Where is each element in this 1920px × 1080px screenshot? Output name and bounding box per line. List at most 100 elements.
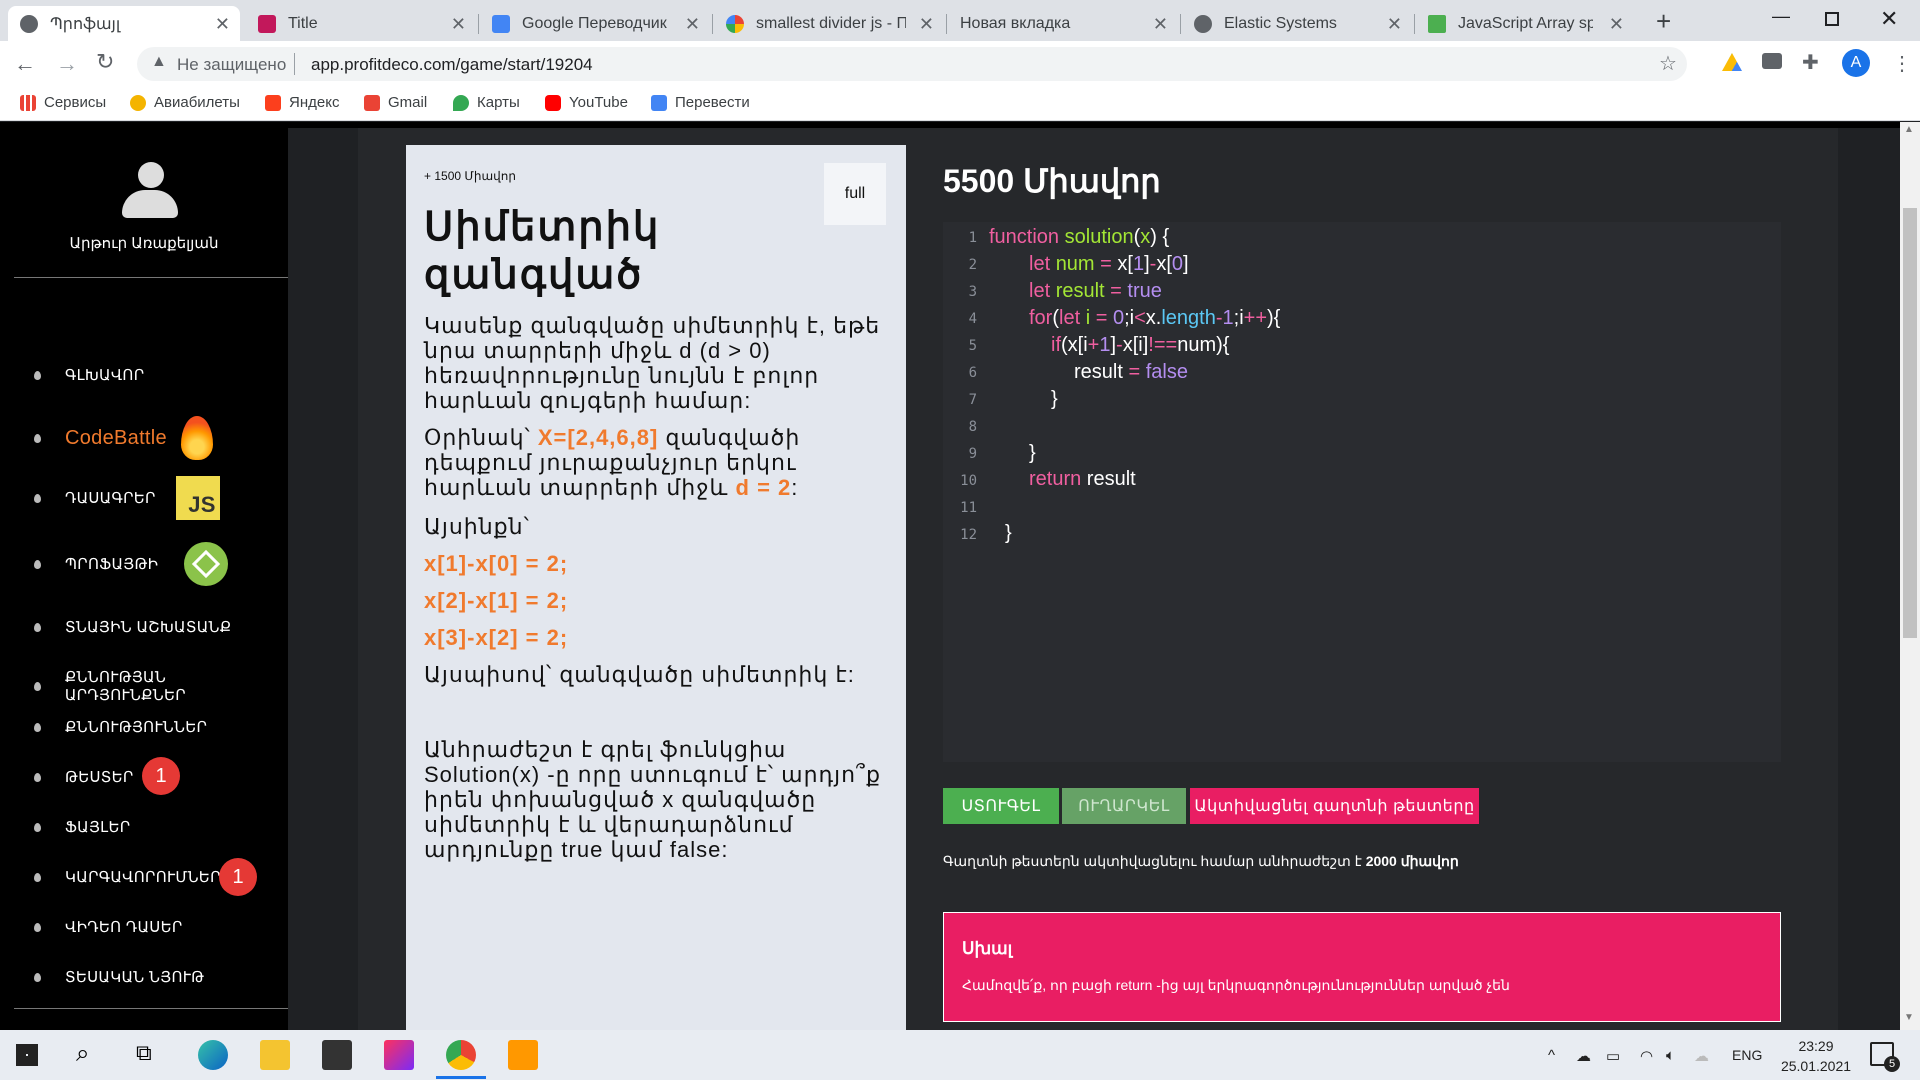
sidebar-item-codebattle[interactable]: CodeBattle	[34, 416, 213, 460]
store-icon[interactable]	[322, 1040, 352, 1070]
drop-icon	[34, 559, 41, 569]
scrollbar-thumb[interactable]	[1903, 208, 1917, 638]
equation: x[2]-x[1] = 2;	[424, 588, 569, 613]
tray-chevron-icon[interactable]: ^	[1548, 1047, 1555, 1064]
battery-icon[interactable]: ▭	[1606, 1047, 1620, 1065]
tab-profile[interactable]: Պրոֆայլ ✕	[8, 6, 240, 41]
paragraph: Այսինքն՝	[424, 514, 530, 539]
new-tab-button[interactable]: +	[1656, 6, 1671, 37]
cloud-icon[interactable]: ☁	[1576, 1047, 1591, 1065]
map-pin-icon	[453, 94, 469, 111]
tab-elastic[interactable]: Elastic Systems ✕	[1182, 6, 1412, 41]
security-label[interactable]: Не защищено	[177, 55, 286, 75]
sidebar-item-files[interactable]: ՖԱՅԼԵՐ	[34, 818, 130, 836]
task-description: Կասենք զանգվածը սիմետրիկ է, եթե նրա տարր…	[424, 313, 890, 862]
diamond-icon	[184, 542, 229, 586]
close-tab-icon[interactable]: ✕	[1387, 14, 1402, 35]
file-explorer-icon[interactable]	[260, 1040, 290, 1070]
bookmark-yandex[interactable]: Яндекс	[265, 94, 339, 111]
drop-icon	[34, 972, 41, 982]
sidebar-item-settings[interactable]: ԿԱՐԳԱՎՈՐՈՒՄՆԵՐ	[34, 868, 221, 886]
tab-new-tab[interactable]: Новая вкладка ✕	[948, 6, 1178, 41]
sidebar-item-lessons[interactable]: ԴԱՍԱԳՐԵՐ JS	[34, 476, 220, 520]
sidebar-item-theory[interactable]: ՏԵՍԱԿԱՆ ՆՅՈՒԹ	[34, 968, 204, 986]
tab-w3schools[interactable]: JavaScript Array splice( ✕	[1416, 6, 1634, 41]
close-tab-icon[interactable]: ✕	[685, 14, 700, 35]
page-scrollbar[interactable]: ▲ ▼	[1900, 122, 1920, 1030]
search-icon[interactable]: ⌕	[76, 1040, 106, 1070]
extensions-icon[interactable]: ✚	[1802, 50, 1819, 75]
drive-icon[interactable]	[1722, 53, 1742, 71]
onedrive-icon[interactable]: ☁	[1694, 1047, 1709, 1065]
camera-icon[interactable]	[1762, 53, 1782, 69]
bookmark-gmail[interactable]: Gmail	[364, 94, 427, 111]
globe-icon	[1194, 14, 1212, 33]
drop-icon	[34, 681, 41, 691]
sidebar-item-video-lessons[interactable]: ՎԻԴԵՈ ԴԱՍԵՐ	[34, 918, 183, 936]
sidebar-item-exam-results[interactable]: ՔՆՆՈՒԹՅԱՆ ԱՐԴՅՈՒՆՔՆԵՐ	[34, 668, 288, 704]
close-tab-icon[interactable]: ✕	[1609, 14, 1624, 35]
bookmark-aviabilety[interactable]: Авиабилеты	[130, 94, 240, 111]
task-view-icon[interactable]: ⧉	[136, 1040, 166, 1070]
close-tab-icon[interactable]: ✕	[451, 14, 466, 35]
notifications-icon[interactable]: 5	[1870, 1042, 1900, 1072]
line-number: 5	[968, 338, 977, 354]
paragraph: Այսպիսով՝ զանգվածը սիմետրիկ է:	[424, 662, 855, 687]
input-language[interactable]: ENG	[1732, 1047, 1762, 1063]
minimize-icon[interactable]: —	[1772, 6, 1790, 27]
scroll-up-icon[interactable]: ▲	[1904, 124, 1914, 135]
volume-icon[interactable]: 🔈︎	[1666, 1047, 1675, 1064]
check-button[interactable]: ՍՏՈՒԳԵԼ	[943, 788, 1059, 824]
menu-icon[interactable]: ⋮	[1892, 51, 1912, 76]
plane-icon	[130, 94, 146, 111]
secret-tests-note: Գաղտնի թեստերն ակտիվացնելու համար անհրաժ…	[943, 853, 1459, 869]
reward-label: + 1500 Միավոր	[424, 169, 516, 183]
reload-icon[interactable]: ↻	[96, 49, 114, 75]
sidebar-item-tests[interactable]: ԹԵՍՏԵՐ	[34, 768, 134, 786]
chrome-icon[interactable]	[446, 1040, 476, 1070]
translate-icon	[492, 14, 510, 33]
sublime-icon[interactable]	[508, 1040, 538, 1070]
edge-icon[interactable]	[198, 1040, 228, 1070]
address-bar[interactable]: ▲ Не защищено app.profitdeco.com/game/st…	[137, 47, 1687, 81]
bookmark-star-icon[interactable]: ☆	[1659, 51, 1677, 76]
bookmark-translate[interactable]: Перевести	[651, 94, 750, 111]
bookmark-services[interactable]: Сервисы	[20, 94, 106, 111]
back-icon[interactable]: ←	[14, 51, 36, 77]
close-tab-icon[interactable]: ✕	[919, 14, 934, 35]
clock[interactable]: 23:29 25.01.2021	[1776, 1036, 1856, 1076]
sidebar-item-homework[interactable]: ՏՆԱՅԻՆ ԱՇԽԱՏԱՆՔ	[34, 618, 231, 636]
avatar[interactable]	[122, 162, 178, 218]
code-line: result = false	[1074, 361, 1188, 383]
sidebar-item-profession[interactable]: ՊՐՈՖԱՅԹԻ	[34, 542, 229, 586]
url-text[interactable]: app.profitdeco.com/game/start/19204	[311, 55, 593, 75]
window-close-icon[interactable]: ✕	[1880, 6, 1898, 32]
scroll-down-icon[interactable]: ▼	[1904, 1012, 1914, 1023]
sidebar-item-main[interactable]: ԳԼԽԱՎՈՐ	[34, 366, 144, 384]
code-editor[interactable]: 1 2 3 4 5 6 7 8 9 10 11 12 function solution(x) { l…	[943, 222, 1781, 762]
code-line: for(let i = 0;i<x.length-1;i++){	[1029, 307, 1281, 329]
sidebar-item-exams[interactable]: ՔՆՆՈՒԹՅՈՒՆՆԵՐ	[34, 718, 207, 736]
tab-google-translate[interactable]: Google Переводчик ✕	[480, 6, 710, 41]
send-button[interactable]: ՈՒՂԱՐԿԵԼ	[1062, 788, 1186, 824]
activate-secret-tests-button[interactable]: Ակտիվացնել գաղտնի թեստերը	[1190, 788, 1479, 824]
forward-icon[interactable]: →	[56, 51, 78, 77]
paragraph: Կասենք զանգվածը սիմետրիկ է, եթե նրա տարր…	[424, 313, 881, 413]
restore-icon[interactable]	[1825, 12, 1839, 26]
bookmark-maps[interactable]: Карты	[453, 94, 520, 111]
google-icon	[726, 14, 744, 33]
intellij-icon[interactable]	[384, 1040, 414, 1070]
close-tab-icon[interactable]: ✕	[215, 14, 230, 35]
close-tab-icon[interactable]: ✕	[1153, 14, 1168, 35]
profile-avatar[interactable]: A	[1842, 49, 1870, 77]
wifi-icon[interactable]: ◠	[1640, 1047, 1653, 1065]
intellij-icon	[258, 14, 276, 33]
bookmark-youtube[interactable]: YouTube	[545, 94, 628, 111]
line-number: 7	[968, 392, 977, 408]
error-message: Համոզվե՛ք, որ բացի return -ից այլ երկրագ…	[962, 977, 1510, 993]
full-button[interactable]: full	[824, 163, 886, 225]
js-logo-icon: JS	[175, 476, 220, 520]
tab-title[interactable]: Title ✕	[246, 6, 476, 41]
windows-start-icon[interactable]	[16, 1044, 38, 1066]
tab-search[interactable]: smallest divider js - По ✕	[714, 6, 944, 41]
